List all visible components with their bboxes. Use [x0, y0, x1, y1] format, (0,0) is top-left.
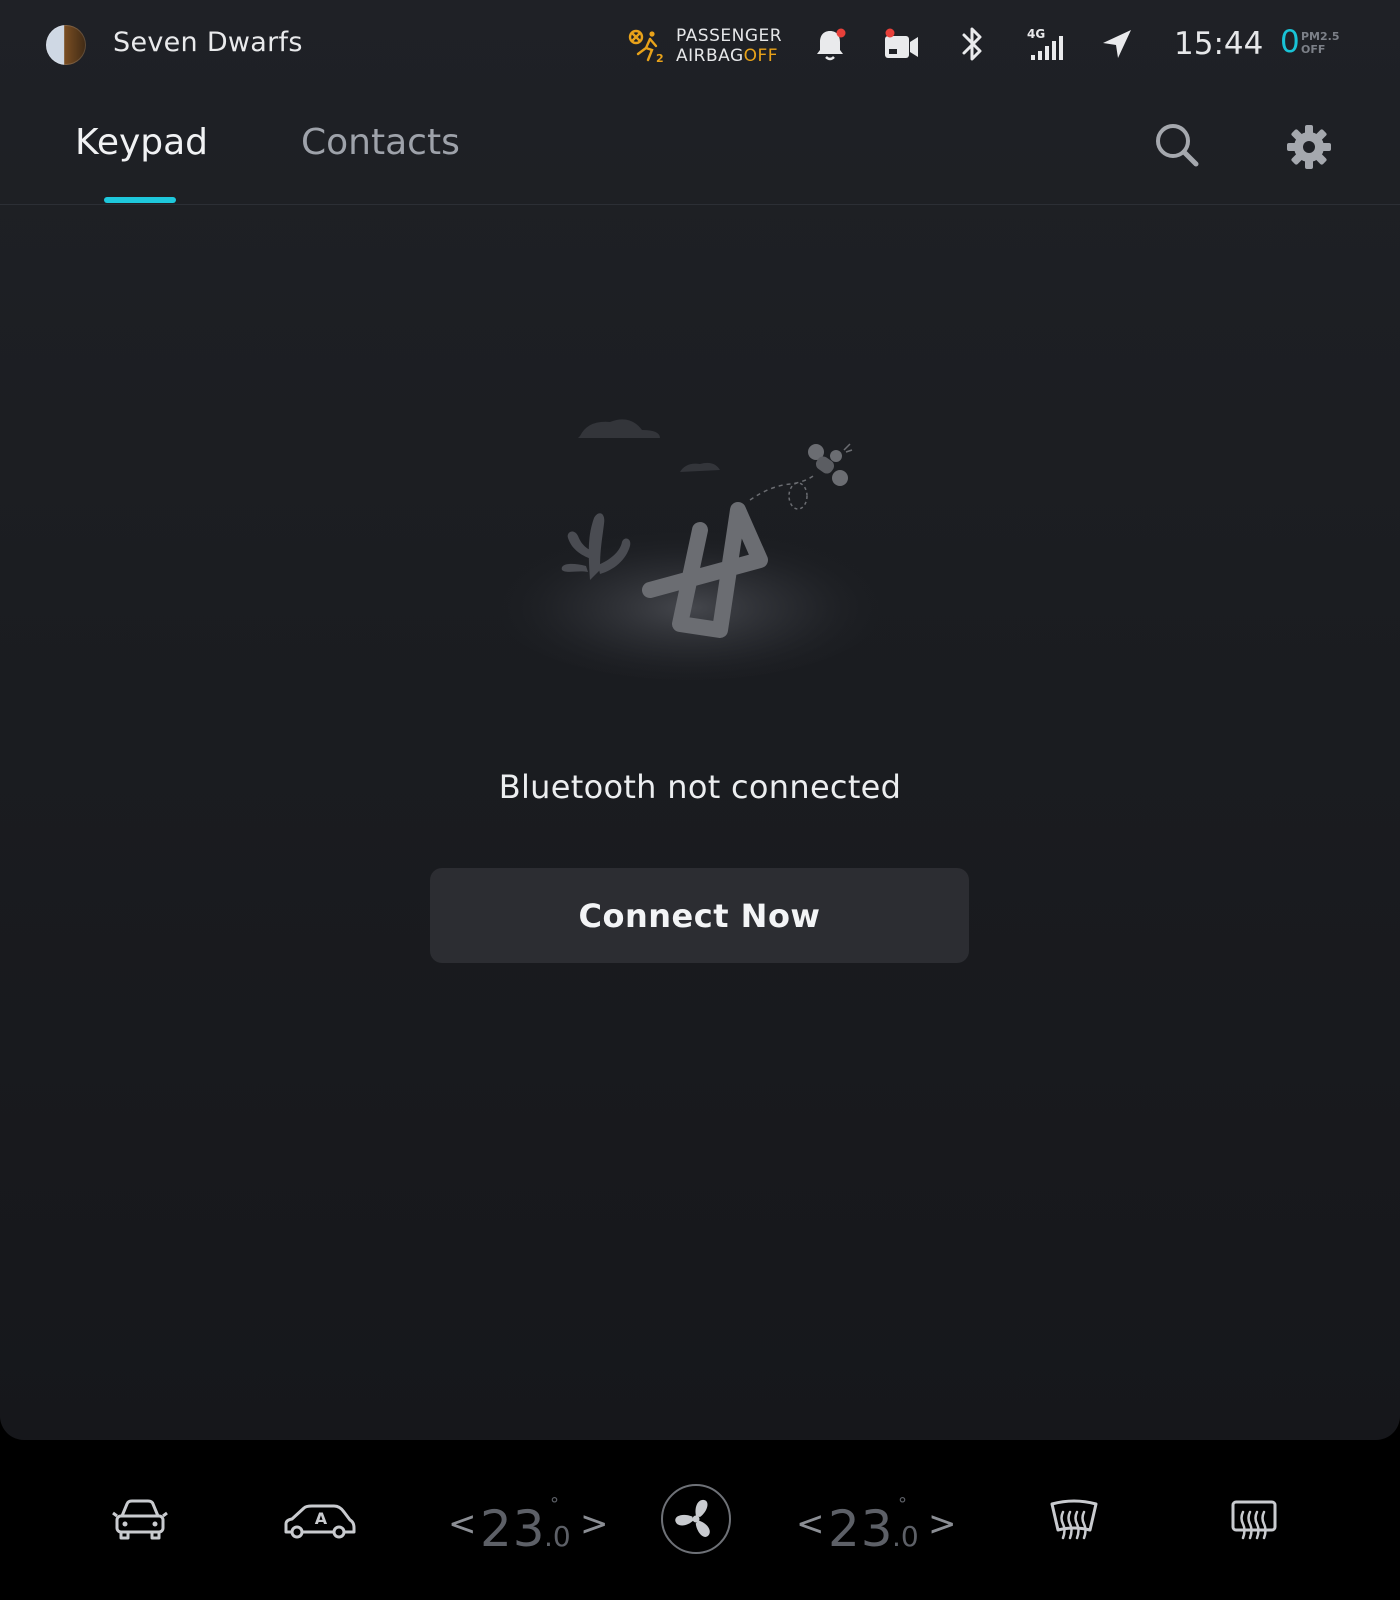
bluetooth-icon[interactable]: [960, 24, 986, 64]
avatar[interactable]: [46, 25, 86, 65]
tab-keypad[interactable]: Keypad: [75, 122, 208, 163]
pm25-value[interactable]: 0: [1280, 24, 1300, 60]
passenger-temp-decrease[interactable]: <: [796, 1504, 825, 1544]
network-type: 4G: [1027, 27, 1045, 41]
pm25-label: PM2.5: [1301, 30, 1340, 43]
profile-name[interactable]: Seven Dwarfs: [113, 27, 303, 58]
front-defrost-icon[interactable]: [1048, 1498, 1100, 1544]
fan-icon: [675, 1499, 710, 1537]
bell-icon[interactable]: [812, 26, 848, 64]
car-icon[interactable]: [112, 1496, 168, 1542]
passenger-airbag-indicator: 2 PASSENGER AIRBAGOFF: [628, 26, 783, 66]
driver-temp-increase[interactable]: >: [580, 1504, 609, 1544]
passenger-temperature: < 23 ° .0 >: [796, 1494, 957, 1560]
svg-text:2: 2: [656, 52, 664, 64]
driver-temp-degree: °: [550, 1494, 559, 1515]
driver-temp-decimal: .0: [544, 1520, 571, 1553]
pm25-label-group: PM2.5 OFF: [1301, 30, 1340, 56]
driver-temperature: < 23 ° .0 >: [448, 1494, 609, 1560]
rear-defrost-icon[interactable]: [1230, 1498, 1278, 1544]
auto-label: A: [315, 1509, 328, 1528]
tab-contacts[interactable]: Contacts: [301, 122, 460, 163]
airbag-line2-prefix: AIRBAG: [676, 46, 744, 66]
passenger-temp-decimal: .0: [892, 1520, 919, 1553]
airbag-state: OFF: [743, 46, 779, 66]
bluetooth-status-message: Bluetooth not connected: [498, 768, 902, 806]
driver-temp-decrease[interactable]: <: [448, 1504, 477, 1544]
dashcam-icon[interactable]: [882, 26, 922, 64]
passenger-temp-value: 23: [828, 1500, 894, 1558]
pm25-state: OFF: [1301, 43, 1326, 56]
tab-bar: Keypad Contacts: [0, 100, 1400, 205]
passenger-temp-degree: °: [898, 1494, 907, 1515]
status-bar: Seven Dwarfs 2 PASSENGER AIRBAGOFF 4G 15…: [0, 0, 1400, 90]
driver-temp-value: 23: [480, 1500, 546, 1558]
connect-now-button[interactable]: Connect Now: [430, 868, 969, 963]
search-icon[interactable]: [1152, 120, 1202, 170]
settings-gear-icon[interactable]: [1284, 122, 1334, 172]
airbag-line1: PASSENGER: [676, 26, 783, 46]
airbag-line2: AIRBAGOFF: [676, 46, 778, 66]
bluetooth-disconnected-illustration: [490, 419, 890, 680]
navigation-icon[interactable]: [1100, 27, 1134, 61]
passenger-temp-increase[interactable]: >: [928, 1504, 957, 1544]
fan-button[interactable]: [661, 1484, 731, 1554]
signal-icon: 4G: [1027, 27, 1063, 60]
airbag-icon: 2: [628, 29, 664, 64]
phone-app-screen: Seven Dwarfs 2 PASSENGER AIRBAGOFF 4G 15…: [0, 0, 1400, 1440]
auto-car-icon[interactable]: A: [282, 1502, 358, 1542]
clock: 15:44: [1174, 26, 1264, 62]
bee-icon: [808, 443, 853, 486]
active-tab-indicator: [104, 197, 176, 203]
